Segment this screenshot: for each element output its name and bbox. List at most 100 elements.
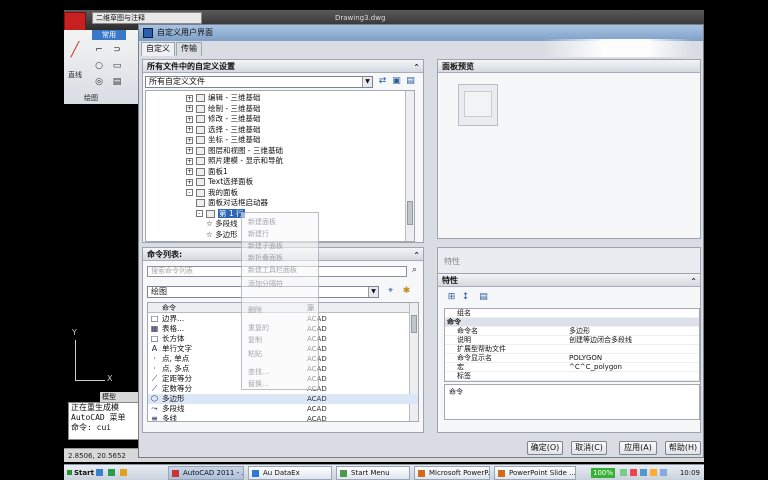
collapse-icon[interactable]: - <box>196 210 203 217</box>
volume-icon[interactable] <box>640 469 647 476</box>
tree-scrollbar[interactable] <box>405 91 414 241</box>
ribbon-tab-home[interactable]: 常用 <box>92 30 126 40</box>
context-menu-item[interactable]: 添加分隔符 <box>248 279 283 289</box>
taskbar-item[interactable]: Microsoft PowerP... <box>414 466 490 480</box>
taskbar-item[interactable]: PowerPoint Slide ... <box>494 466 576 480</box>
property-category[interactable]: 命令 <box>445 318 699 327</box>
context-menu-item[interactable]: 新建子面板 <box>248 241 283 251</box>
taskbar-item[interactable]: Au DataEx <box>248 466 332 480</box>
new-command-icon[interactable]: ✱ <box>401 286 412 297</box>
property-value[interactable]: 多边形 <box>569 327 590 336</box>
expand-icon[interactable]: + <box>186 126 193 133</box>
expand-icon[interactable]: + <box>186 94 193 102</box>
arc-tool-icon[interactable]: ⊃ <box>110 44 124 56</box>
context-menu-item[interactable]: 新建面板 <box>248 217 276 227</box>
command-row[interactable]: ⬡ 多边形 ACAD <box>148 394 418 404</box>
expand-icon[interactable]: + <box>186 115 193 123</box>
command-line[interactable]: 正在重生成模 AutoCAD 菜单 命令: cui <box>68 402 144 440</box>
hatch-tool-icon[interactable]: ▤ <box>110 76 124 88</box>
find-replace-icon[interactable]: ⌖ <box>385 286 396 297</box>
rectangle-tool-icon[interactable]: ▭ <box>110 60 124 72</box>
property-row[interactable]: 命令显示名 POLYGON <box>445 354 699 363</box>
property-value[interactable]: 创建等边闭合多段线 <box>569 336 632 345</box>
collapse-icon[interactable]: ⌃ <box>413 249 420 262</box>
expand-icon[interactable]: + <box>186 168 193 175</box>
taskbar-item[interactable]: Start Menu <box>336 466 410 480</box>
property-row[interactable]: 扩展型帮助文件 <box>445 345 699 354</box>
tray-app-icon[interactable] <box>650 469 657 476</box>
tree-item[interactable]: -第 1 行 <box>196 208 245 219</box>
scroll-thumb[interactable] <box>407 201 413 225</box>
line-tool-icon[interactable]: ╱ <box>68 43 82 57</box>
model-tab[interactable]: 模型 <box>100 392 138 402</box>
customization-file-select[interactable]: 所有自定义文件 ▼ <box>145 76 373 88</box>
column-command[interactable]: 命令 <box>162 303 176 313</box>
quicklaunch-desktop-icon[interactable] <box>96 469 103 476</box>
tree-item[interactable]: + 绘制 - 三维基础 <box>186 104 260 114</box>
context-menu-item[interactable]: 查找... <box>248 367 269 377</box>
tree-item[interactable]: + 坐标 - 三维基础 <box>186 135 260 145</box>
sort-alpha-icon[interactable]: ↕ <box>460 292 471 303</box>
tree-item[interactable]: + 选择 - 三维基础 <box>186 125 260 135</box>
context-menu-item[interactable]: 新建行 <box>248 229 269 239</box>
save-icon[interactable]: ▣ <box>391 76 402 87</box>
tree-item[interactable]: ☆ 多边形 <box>206 230 238 240</box>
command-row[interactable]: ⤳ 多段线 ACAD <box>148 404 418 414</box>
expand-icon[interactable]: + <box>186 178 193 186</box>
apply-button[interactable]: 应用(A) <box>619 441 657 455</box>
taskbar-item[interactable]: AutoCAD 2011 - ... <box>168 466 244 480</box>
tab-transfer[interactable]: 传输 <box>176 42 202 56</box>
tab-customize[interactable]: 自定义 <box>141 42 175 56</box>
expand-icon[interactable]: + <box>186 147 193 154</box>
property-value[interactable]: POLYGON <box>569 354 602 363</box>
chevron-down-icon[interactable]: ▼ <box>368 287 378 297</box>
polyline-tool-icon[interactable]: ⌐ <box>92 44 106 56</box>
ellipse-tool-icon[interactable]: ◎ <box>92 76 106 88</box>
start-button[interactable]: Start <box>66 467 94 479</box>
context-menu-item[interactable]: 新折叠面板 <box>248 253 283 263</box>
expand-icon[interactable]: + <box>186 157 193 165</box>
circle-tool-icon[interactable]: ○ <box>92 60 106 72</box>
antivirus-icon[interactable] <box>630 469 637 476</box>
open-file-icon[interactable]: ⇄ <box>377 76 388 87</box>
context-menu-item[interactable]: 新建工具栏面板 <box>248 265 297 275</box>
network-icon[interactable] <box>620 469 627 476</box>
tree-item[interactable]: + 编辑 - 三维基础 <box>186 93 260 103</box>
preview-icon[interactable]: ▤ <box>405 76 416 87</box>
properties-grid[interactable]: 组名 命令 命令名 多边形 说明 创建等边闭合多段线 扩展型帮助文件 命令显示名 POLYGON… <box>444 308 700 382</box>
workspace-selector[interactable]: 二维草图与注释 <box>92 12 202 24</box>
collapse-icon[interactable]: - <box>186 189 193 196</box>
categorized-icon[interactable]: ⊞ <box>446 292 457 303</box>
context-menu-item[interactable]: 替换... <box>248 379 269 389</box>
context-menu-item[interactable]: 重复的 <box>248 323 269 333</box>
expand-icon[interactable]: + <box>186 105 193 112</box>
property-row[interactable]: 标签 <box>445 372 699 381</box>
ok-button[interactable]: 确定(O) <box>527 441 563 455</box>
property-row[interactable]: 宏 ^C^C_polygon <box>445 363 699 372</box>
quicklaunch-folder-icon[interactable] <box>120 469 127 476</box>
tree-item[interactable]: + 修改 - 三维基础 <box>186 114 260 124</box>
collapse-icon[interactable]: ⌃ <box>413 61 420 74</box>
search-icon[interactable]: ⌕ <box>409 265 420 276</box>
context-menu-item[interactable]: 删除 <box>248 305 262 315</box>
context-menu-item[interactable]: 粘贴 <box>248 349 262 359</box>
tree-item[interactable]: + 面板1 <box>186 167 228 177</box>
tree-item[interactable]: + Text选择面板 <box>186 177 253 187</box>
property-value[interactable]: ^C^C_polygon <box>569 363 622 372</box>
quicklaunch-browser-icon[interactable] <box>108 469 115 476</box>
command-row[interactable]: ≡ 多线 ACAD <box>148 414 418 421</box>
expand-icon[interactable]: + <box>186 136 193 144</box>
tree-item[interactable]: ☆ 多段线 <box>206 219 238 229</box>
chevron-down-icon[interactable]: ▼ <box>362 77 372 87</box>
tray-app-icon[interactable] <box>660 469 667 476</box>
collapse-icon[interactable]: ⌃ <box>690 275 697 288</box>
property-row[interactable]: 组名 <box>445 309 699 318</box>
tree-item[interactable]: - 我的面板 <box>186 188 238 198</box>
tree-item[interactable]: + 图层和视图 - 三维基础 <box>186 146 283 156</box>
context-menu-item[interactable]: 复制 <box>248 335 262 345</box>
tree-item[interactable]: + 照片建模 - 显示和导航 <box>186 156 283 166</box>
property-pages-icon[interactable]: ▤ <box>478 292 489 303</box>
cancel-button[interactable]: 取消(C) <box>571 441 607 455</box>
tree-item[interactable]: 面板对话框启动器 <box>196 198 268 208</box>
property-row[interactable]: 命令名 多边形 <box>445 327 699 336</box>
